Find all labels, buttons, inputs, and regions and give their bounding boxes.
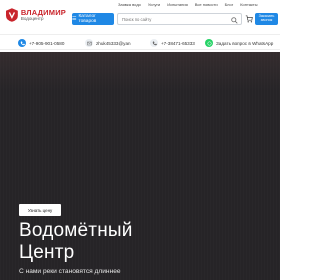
hero-title-line-2: Центр (19, 242, 75, 263)
search-input[interactable] (122, 16, 241, 22)
main-menu: Заявка водо Услуги Испытания Все новости… (118, 2, 276, 10)
menu-item-news[interactable]: Все новости (195, 2, 218, 10)
hero-banner: Узнать цену Водомётный Центр С нами реки… (0, 52, 280, 280)
whatsapp-contact[interactable]: Задать вопрос в WhatsApp (205, 39, 273, 47)
whatsapp-icon (205, 39, 213, 47)
phone-contact-2[interactable]: +7-38471-65333 (150, 39, 195, 47)
catalog-button[interactable]: ☰ Каталог товаров (72, 13, 114, 25)
cart-icon[interactable] (245, 15, 253, 23)
top-navigation: ВЛАДИМИР Водоцентр Заявка водо Услуги Ис… (0, 0, 280, 30)
callback-button[interactable]: Заказать звонок (255, 13, 278, 25)
email-address: zhuk45333@yan (96, 40, 131, 46)
contacts-bar: +7-905-901-0580 zhuk45333@yan +7-38471-6… (0, 34, 280, 50)
hero-title-line-1: Водомётный (19, 220, 133, 241)
phone-number-2: +7-38471-65333 (161, 40, 195, 46)
menu-item-contacts[interactable]: Контакты (240, 2, 257, 10)
menu-icon: ☰ (72, 16, 77, 22)
know-price-button[interactable]: Узнать цену (19, 204, 61, 216)
menu-item-tests[interactable]: Испытания (167, 2, 188, 10)
mail-icon (85, 39, 93, 47)
phone-contact-1[interactable]: +7-905-901-0580 (18, 39, 64, 47)
catalog-button-label: Каталог товаров (78, 14, 97, 24)
search-box (117, 13, 242, 25)
whatsapp-label: Задать вопрос в WhatsApp (216, 40, 274, 46)
menu-item-services[interactable]: Услуги (148, 2, 160, 10)
logo[interactable]: ВЛАДИМИР Водоцентр (6, 6, 66, 24)
search-icon[interactable] (231, 16, 238, 24)
hero-subtitle: С нами реки становятся длиннее (19, 268, 121, 275)
hero-title: Водомётный Центр (19, 220, 219, 264)
menu-item-blog[interactable]: Блог (225, 2, 234, 10)
logo-title: ВЛАДИМИР (20, 7, 66, 17)
hero-background-glow (0, 52, 280, 92)
phone-icon (18, 39, 26, 47)
email-contact[interactable]: zhuk45333@yan (85, 39, 131, 47)
phone-number-1: +7-905-901-0580 (29, 40, 65, 46)
shield-logo-icon (6, 8, 18, 22)
phone-icon (150, 39, 158, 47)
menu-item-order[interactable]: Заявка водо (118, 2, 141, 10)
logo-subtitle: Водоцентр (20, 16, 44, 21)
